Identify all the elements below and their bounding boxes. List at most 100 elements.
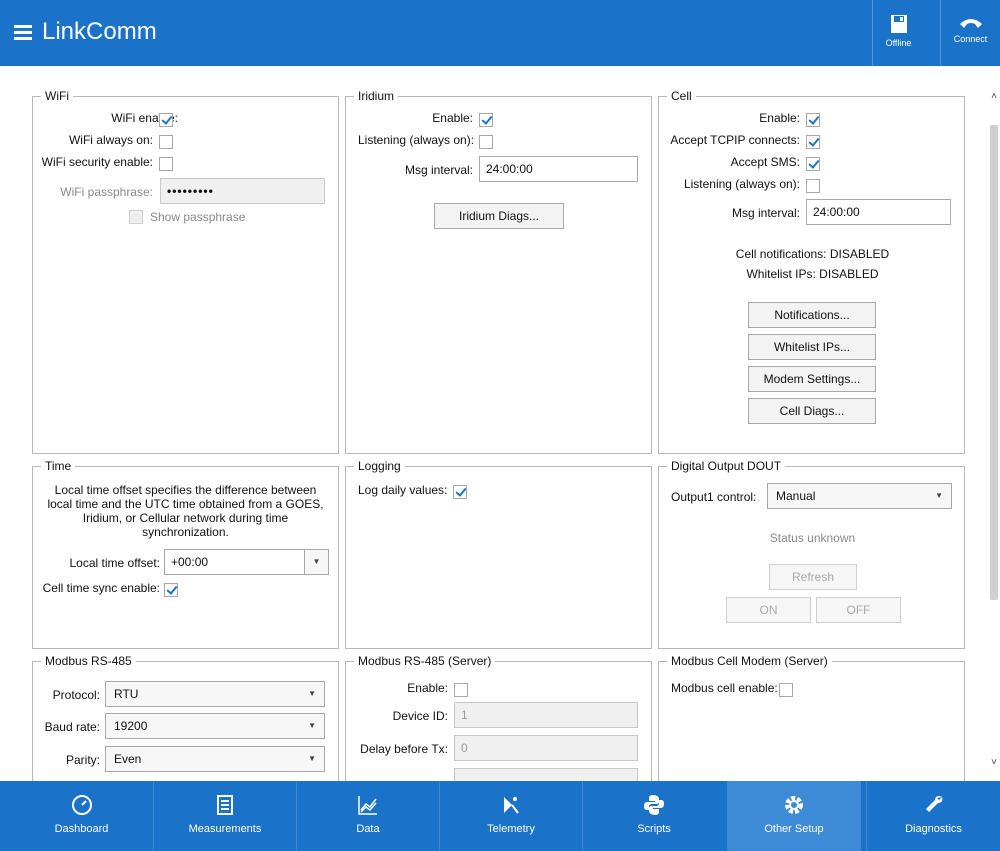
dout-status: Status unknown (769, 531, 856, 545)
modbus-device-id-label: Device ID: (392, 709, 448, 723)
cell-listening-checkbox[interactable] (806, 179, 820, 193)
cell-sms-label: Accept SMS: (730, 155, 800, 169)
modbus-parity-value: Even (114, 752, 142, 766)
chevron-down-icon: ▼ (308, 689, 316, 698)
dout-panel: Digital Output DOUT Output1 control: Man… (658, 459, 965, 649)
modbus-delay-label: Delay before Tx: (360, 742, 448, 756)
time-offset-combo[interactable]: +00:00 ▼ (164, 549, 329, 575)
iridium-diags-button[interactable]: Iridium Diags... (434, 203, 564, 229)
wifi-legend: WiFi (41, 89, 73, 103)
wifi-always-on-checkbox[interactable] (159, 135, 173, 149)
modbus-parity-select[interactable]: Even ▼ (105, 746, 325, 772)
dout-legend: Digital Output DOUT (667, 459, 786, 473)
wifi-panel: WiFi WiFi enable: WiFi always on: WiFi s… (32, 89, 339, 454)
nav-scripts-label: Scripts (637, 823, 671, 835)
modbus-cell-panel: Modbus Cell Modem (Server) Modbus cell e… (658, 654, 965, 791)
data-icon (358, 796, 377, 815)
cell-diags-button[interactable]: Cell Diags... (748, 398, 876, 424)
modbus-delay-input[interactable]: 0 (454, 735, 638, 761)
nav-measurements[interactable]: Measurements (153, 781, 296, 851)
wifi-passphrase-value: ••••••••• (167, 184, 214, 198)
save-icon (890, 15, 907, 33)
phone-icon (959, 19, 982, 28)
wrench-icon (925, 796, 942, 812)
show-passphrase-label: Show passphrase (150, 210, 246, 224)
time-sync-checkbox[interactable] (164, 583, 178, 597)
nav-other-setup[interactable]: Other Setup (727, 781, 861, 851)
dout-off-button[interactable]: OFF (816, 597, 901, 623)
wifi-always-on-label: WiFi always on: (68, 133, 153, 147)
cell-notifications-button[interactable]: Notifications... (748, 302, 876, 328)
modbus-cell-enable-label: Modbus cell enable: (671, 681, 778, 695)
cell-msg-interval-input[interactable]: 24:00:00 (806, 199, 951, 225)
modbus-cell-enable-checkbox[interactable] (779, 683, 793, 697)
dout-control-label: Output1 control: (671, 490, 757, 504)
menu-icon[interactable] (14, 25, 32, 41)
scroll-thumb[interactable] (990, 125, 998, 600)
cell-whitelist-status: Whitelist IPs: DISABLED (746, 267, 879, 281)
scroll-down-icon[interactable]: ˅ (988, 757, 1000, 769)
time-legend: Time (41, 459, 76, 473)
modbus-panel: Modbus RS-485 Protocol: RTU ▼ Baud rate:… (32, 654, 339, 791)
iridium-enable-checkbox[interactable] (479, 113, 493, 127)
iridium-msg-interval-label: Msg interval: (404, 163, 473, 177)
logging-daily-checkbox[interactable] (453, 485, 467, 499)
cell-whitelist-button[interactable]: Whitelist IPs... (748, 334, 876, 360)
vertical-scrollbar[interactable]: ˄ ˅ (988, 85, 1000, 775)
modbus-device-id-value: 1 (461, 708, 468, 722)
nav-dashboard-label: Dashboard (54, 823, 109, 835)
dout-control-value: Manual (776, 489, 816, 503)
modbus-parity-label: Parity: (65, 753, 100, 767)
chevron-down-icon: ▼ (308, 754, 316, 763)
nav-scripts[interactable]: Scripts (582, 781, 725, 851)
logging-panel: Logging Log daily values: (345, 459, 652, 649)
modbus-protocol-value: RTU (114, 687, 139, 701)
other-setup-icon (785, 796, 803, 814)
dout-refresh-button[interactable]: Refresh (769, 564, 857, 590)
cell-msg-interval-value: 24:00:00 (813, 205, 860, 219)
logging-daily-label: Log daily values: (358, 483, 448, 497)
measurements-icon (217, 795, 233, 815)
iridium-enable-label: Enable: (432, 111, 473, 125)
modbus-baud-select[interactable]: 19200 ▼ (105, 713, 325, 739)
wifi-enable-checkbox[interactable] (159, 113, 173, 127)
time-panel: Time Local time offset specifies the dif… (32, 459, 339, 649)
dashboard-icon (71, 795, 92, 815)
wifi-passphrase-input[interactable]: ••••••••• (160, 178, 325, 204)
wifi-passphrase-label: WiFi passphrase: (60, 185, 153, 199)
iridium-msg-interval-value: 24:00:00 (486, 162, 533, 176)
cell-tcpip-checkbox[interactable] (806, 135, 820, 149)
modbus-extra-input[interactable] (454, 768, 638, 782)
time-offset-label: Local time offset: (69, 556, 161, 570)
dout-on-button[interactable]: ON (726, 597, 811, 623)
cell-enable-checkbox[interactable] (806, 113, 820, 127)
chevron-down-icon[interactable]: ▼ (304, 550, 328, 574)
cell-sms-checkbox[interactable] (806, 157, 820, 171)
iridium-legend: Iridium (354, 89, 399, 103)
show-passphrase-checkbox[interactable] (129, 210, 143, 224)
wifi-security-label: WiFi security enable: (41, 155, 153, 169)
time-description: Local time offset specifies the differen… (47, 483, 324, 539)
nav-diagnostics[interactable]: Diagnostics (866, 781, 1000, 851)
nav-telemetry[interactable]: Telemetry (439, 781, 582, 851)
dout-control-select[interactable]: Manual ▼ (767, 483, 952, 509)
iridium-panel: Iridium Enable: Listening (always on): M… (345, 89, 652, 454)
modbus-server-enable-checkbox[interactable] (454, 683, 468, 697)
cell-listening-label: Listening (always on): (683, 177, 800, 191)
wifi-security-checkbox[interactable] (159, 157, 173, 171)
connect-button[interactable]: Connect (940, 0, 1000, 66)
telemetry-icon (504, 797, 519, 814)
iridium-listening-checkbox[interactable] (479, 135, 493, 149)
modbus-device-id-input[interactable]: 1 (454, 702, 638, 728)
nav-data[interactable]: Data (296, 781, 439, 851)
scroll-up-icon[interactable]: ˄ (988, 91, 1000, 103)
iridium-msg-interval-input[interactable]: 24:00:00 (479, 156, 638, 182)
modbus-server-enable-label: Enable: (407, 681, 448, 695)
modbus-baud-label: Baud rate: (44, 720, 100, 734)
modbus-protocol-select[interactable]: RTU ▼ (105, 681, 325, 707)
nav-dashboard[interactable]: Dashboard (10, 781, 153, 851)
offline-button[interactable]: Offline (872, 0, 924, 66)
modbus-cell-legend: Modbus Cell Modem (Server) (667, 654, 832, 668)
cell-modem-settings-button[interactable]: Modem Settings... (748, 366, 876, 392)
chevron-down-icon: ▼ (308, 721, 316, 730)
